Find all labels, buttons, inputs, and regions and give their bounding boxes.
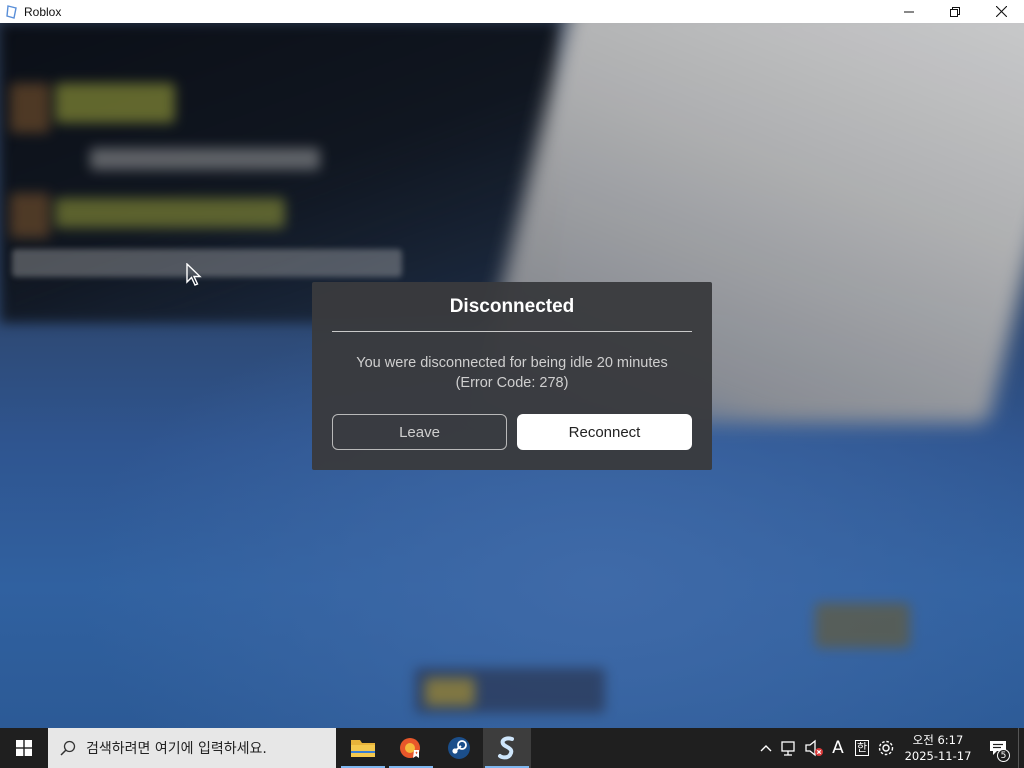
- clock-date: 2025-11-17: [904, 749, 972, 763]
- minimize-button[interactable]: [886, 0, 932, 23]
- show-hidden-icons-button[interactable]: [754, 728, 778, 768]
- chevron-up-icon: [760, 745, 772, 752]
- dialog-message: You were disconnected for being idle 20 …: [312, 353, 712, 393]
- roblox-icon: [4, 4, 20, 20]
- taskbar-app-roblox-studio[interactable]: [483, 728, 531, 768]
- taskbar-clock[interactable]: 오전 6:17 2025-11-17: [898, 728, 978, 768]
- steam-icon: [448, 737, 470, 759]
- dialog-message-line: You were disconnected for being idle 20 …: [356, 355, 668, 371]
- file-explorer-icon: [351, 740, 375, 757]
- clock-time: 오전 6:17: [912, 733, 964, 747]
- search-placeholder: 검색하려면 여기에 입력하세요.: [86, 741, 267, 757]
- taskbar-app-file-explorer[interactable]: [339, 728, 387, 768]
- dialog-title: Disconnected: [449, 296, 575, 317]
- restore-button[interactable]: [932, 0, 978, 23]
- minimize-icon: [904, 11, 914, 12]
- error-code: (Error Code: 278): [455, 375, 569, 391]
- blurred-ui-blob: [90, 148, 320, 170]
- blurred-ui-blob: [10, 83, 50, 133]
- blurred-ui-blob: [55, 83, 175, 123]
- blurred-chat-background: [0, 23, 560, 323]
- notification-count-badge: 5: [997, 749, 1010, 762]
- blurred-chat-input: [12, 249, 402, 277]
- windows-logo-icon: [16, 740, 32, 756]
- reconnect-button[interactable]: Reconnect: [517, 414, 692, 450]
- blurred-ui-blob: [55, 198, 285, 228]
- taskbar-search-input[interactable]: 검색하려면 여기에 입력하세요.: [48, 728, 336, 768]
- volume-button[interactable]: [802, 728, 826, 768]
- dialog-divider: [332, 331, 692, 332]
- mouse-cursor-icon: [186, 263, 202, 286]
- show-desktop-button[interactable]: [1018, 728, 1024, 768]
- blurred-ui-blob: [425, 678, 475, 706]
- notification-center-button[interactable]: 5: [978, 728, 1018, 768]
- system-tray: A 한 오전 6:17 2025-11-17 5: [754, 728, 1024, 768]
- ime-language-indicator[interactable]: 한: [850, 728, 874, 768]
- blurred-ui-blob: [10, 193, 50, 238]
- blurred-ui-blob: [815, 603, 910, 648]
- network-status-button[interactable]: [778, 728, 802, 768]
- browser-icon: [400, 738, 420, 758]
- window-titlebar: Roblox: [0, 0, 1024, 23]
- ime-mode-letter[interactable]: A: [826, 728, 850, 768]
- start-button[interactable]: [0, 728, 48, 768]
- search-icon: [60, 740, 76, 756]
- network-disconnected-icon: [781, 741, 795, 756]
- leave-button[interactable]: Leave: [332, 414, 507, 450]
- taskbar-app-steam[interactable]: [435, 728, 483, 768]
- speaker-muted-icon: [805, 739, 823, 757]
- roblox-studio-icon: [498, 736, 514, 760]
- restore-icon: [950, 6, 960, 17]
- taskbar-app-browser[interactable]: [387, 728, 435, 768]
- close-icon: [995, 6, 1007, 17]
- settings-button[interactable]: [874, 728, 898, 768]
- disconnected-dialog: Disconnected You were disconnected for b…: [312, 282, 712, 470]
- close-button[interactable]: [978, 0, 1024, 23]
- taskbar: 검색하려면 여기에 입력하세요. A 한 오전 6:17 2025-11-17 …: [0, 728, 1024, 768]
- window-title: Roblox: [24, 4, 62, 19]
- gear-icon: [878, 740, 894, 756]
- game-viewport[interactable]: Disconnected You were disconnected for b…: [0, 23, 1024, 728]
- ime-language-label: 한: [854, 740, 870, 756]
